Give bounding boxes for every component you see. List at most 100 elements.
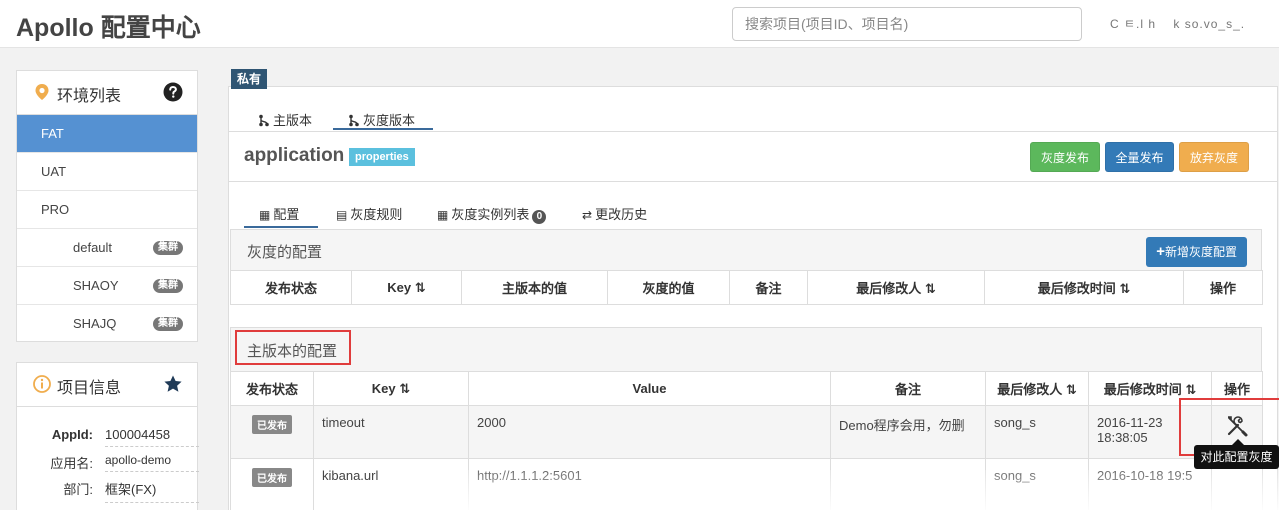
info-row-department: 部门: 框架(FX) [17,475,199,503]
sort-icon: ⇅ [414,279,426,295]
column-header-sortable[interactable]: 最后修改人 ⇅ [985,371,1089,406]
tab-label: 主版本 [273,113,313,128]
info-key: 部门: [63,482,93,497]
project-info-title: 项目信息 [57,380,122,397]
column-label: 最后修改人 [997,382,1063,397]
column-label: 最后修改时间 [1037,281,1116,296]
brand-title[interactable]: Apollo 配置中心 [16,8,201,44]
search-input[interactable] [732,7,1082,41]
column-header: 备注 [729,270,808,305]
gray-config-table: 发布状态 Key ⇅ 主版本的值 灰度的值 备注 最后修改人 ⇅ 最后修改时间 … [230,270,1263,305]
cluster-label: default [73,240,113,255]
value-cell: 2000 [468,405,831,459]
cluster-label: SHAOY [73,278,119,293]
section-title: 灰度的配置 [247,244,323,261]
env-list-title: 环境列表 [57,88,122,105]
env-item-uat[interactable]: UAT [17,153,197,191]
column-header-sortable[interactable]: Key ⇅ [313,371,469,406]
info-value: apollo-demo [105,453,199,472]
namespace-name: application [244,145,345,166]
top-bar: Apollo 配置中心 C ㅌ.l h k so.vo_s_. [0,0,1279,48]
column-header: Value [468,371,831,406]
help-icon[interactable] [163,82,183,102]
tab-master-branch[interactable]: 主版本 [258,110,312,132]
tab-label: 更改历史 [595,207,648,222]
tab-label: 灰度规则 [350,207,403,222]
tab-config[interactable]: ▦ 配置 [259,204,299,223]
comment-cell: Demo程序会用，勿删 [830,405,986,459]
swap-icon: ⇄ [582,208,593,222]
info-row-appid: AppId: 100004458 [17,423,199,447]
info-value: 100004458 [105,427,199,447]
column-label: 最后修改人 [856,281,922,296]
column-label: 最后修改时间 [1103,382,1182,397]
table-header-row: 发布状态 Key ⇅ 主版本的值 灰度的值 备注 最后修改人 ⇅ 最后修改时间 … [230,270,1263,305]
cluster-label: SHAJQ [73,316,117,331]
button-label: 新增灰度配置 [1164,245,1237,259]
sort-icon: ⇅ [924,281,936,296]
branch-icon [349,114,359,127]
full-release-button[interactable]: 全量发布 [1105,142,1174,172]
column-header: 发布状态 [230,270,352,305]
published-badge: 已发布 [252,415,292,434]
highlight-box [235,330,351,365]
key-cell: timeout [313,405,469,459]
project-info-header: 项目信息 [17,363,197,407]
table-header-row: 发布状态 Key ⇅ Value 备注 最后修改人 ⇅ 最后修改时间 ⇅ 操作 [230,371,1263,406]
list-icon: ▤ [336,208,348,222]
status-cell: 已发布 [230,405,314,459]
published-badge: 已发布 [252,468,292,487]
tab-gray-instances[interactable]: ▦ 灰度实例列表 0 [437,204,547,224]
divider [229,181,1277,182]
cluster-badge: 集群 [153,279,183,293]
env-item-fat[interactable]: FAT [17,115,197,153]
cluster-item-default[interactable]: default 集群 [17,229,197,267]
add-gray-config-button[interactable]: +新增灰度配置 [1146,237,1247,267]
column-header-sortable[interactable]: 最后修改人 ⇅ [807,270,985,305]
cluster-item-shajq[interactable]: SHAJQ 集群 [17,305,197,343]
tab-gray-rules[interactable]: ▤ 灰度规则 [336,204,402,223]
abandon-gray-button[interactable]: 放弃灰度 [1179,142,1249,172]
gray-config-section-header: 灰度的配置 +新增灰度配置 [230,229,1262,271]
active-subtab-indicator [244,226,318,228]
info-row-appname: 应用名: apollo-demo [17,449,199,473]
tooltip: 对此配置灰度 [1194,445,1279,469]
column-header: 操作 [1183,270,1263,305]
column-header: 主版本的值 [461,270,608,305]
info-value: 框架(FX) [105,479,199,503]
instance-count-badge: 0 [532,210,547,224]
info-key: AppId: [51,427,93,442]
user-info[interactable]: C ㅌ.l h k so.vo_s_. [1110,15,1245,32]
tab-label: 灰度版本 [363,113,416,128]
column-label: Key [371,380,396,396]
info-key: 应用名: [50,456,93,471]
location-pin-icon [35,84,49,100]
active-tab-indicator [333,128,433,130]
branch-icon [259,114,269,127]
env-list-panel: 环境列表 FAT UAT PRO default 集群 SHAOY 集群 SHA… [16,70,198,342]
env-item-pro[interactable]: PRO [17,191,197,229]
project-info-panel: 项目信息 AppId: 100004458 应用名: apollo-demo 部… [16,362,199,510]
sort-icon: ⇅ [1119,281,1131,296]
cluster-badge: 集群 [153,241,183,255]
column-header: 发布状态 [230,371,314,406]
grid-icon: ▦ [437,208,449,222]
sort-icon: ⇅ [399,380,411,396]
table-row: 已发布 timeout 2000 Demo程序会用，勿删 song_s 2016… [230,405,1263,459]
status-cell: 已发布 [230,458,314,510]
gray-release-button[interactable]: 灰度发布 [1030,142,1100,172]
master-config-section-header: 主版本的配置 [230,327,1262,372]
private-tag: 私有 [231,69,268,89]
column-label: Key [387,279,412,295]
divider [229,131,1277,132]
column-header: 灰度的值 [607,270,730,305]
tab-label: 灰度实例列表 [451,207,530,222]
cluster-badge: 集群 [153,317,183,331]
fade-overlay [425,470,1279,510]
column-header-sortable[interactable]: 最后修改时间 ⇅ [984,270,1184,305]
tab-history[interactable]: ⇄ 更改历史 [582,204,647,223]
column-header-sortable[interactable]: Key ⇅ [351,270,462,305]
cluster-item-shaoy[interactable]: SHAOY 集群 [17,267,197,305]
modifier-cell: song_s [985,405,1089,459]
star-icon[interactable] [163,374,183,394]
